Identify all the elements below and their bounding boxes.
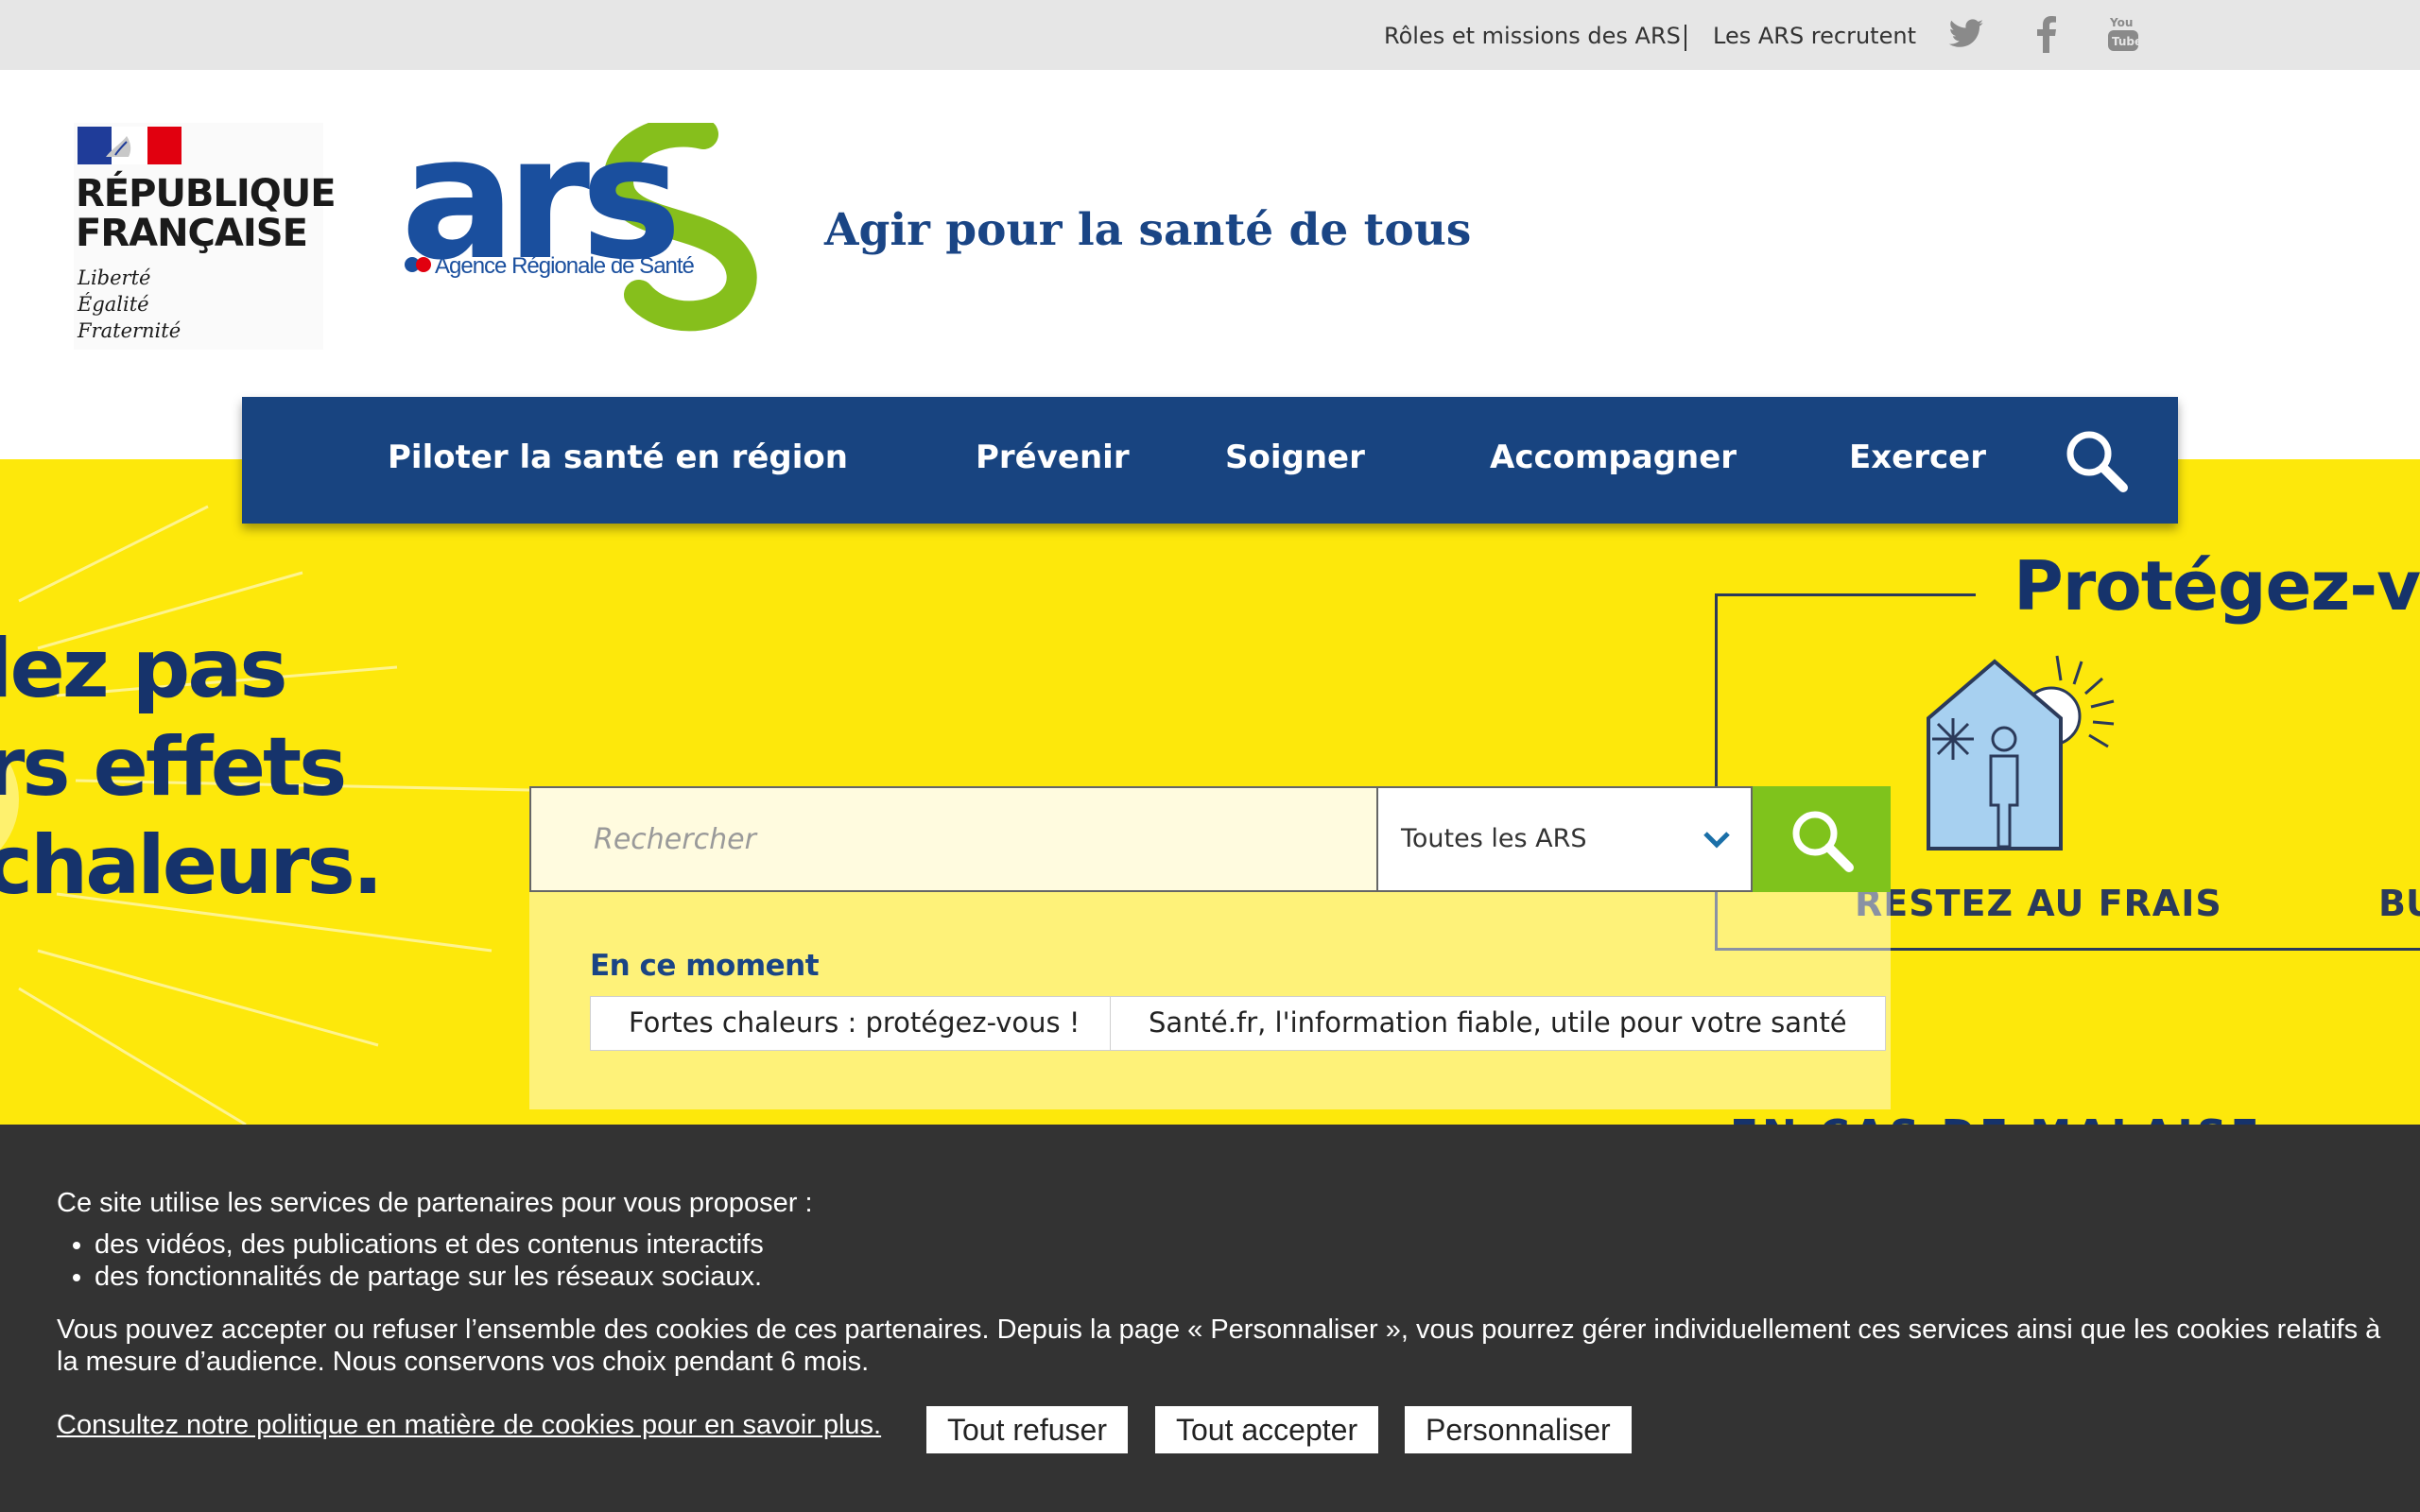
marianne-flag-icon [78,127,182,164]
page: Rôles et missions des ARS Les ARS recrut… [0,0,2420,1512]
search-icon [1792,811,1854,872]
main-navigation: Piloter la santé en région Prévenir Soig… [242,397,2178,524]
nav-item-prevenir[interactable]: Prévenir [976,438,1130,476]
roles-missions-link[interactable]: Rôles et missions des ARS [1384,23,1681,49]
nav-item-piloter[interactable]: Piloter la santé en région [388,438,848,476]
rf-motto-line2: Égalité [78,293,149,316]
rf-motto-line3: Fraternité [78,319,182,342]
hero-cut-label: BU [2378,883,2420,924]
ars-logo-subtitle: Agence Régionale de Santé [435,253,695,279]
nav-item-soigner[interactable]: Soigner [1225,438,1365,476]
chip-fortes-chaleurs[interactable]: Fortes chaleurs : protégez-vous ! [590,996,1119,1051]
en-ce-moment-label: En ce moment [590,949,820,983]
customize-button[interactable]: Personnaliser [1405,1406,1632,1453]
hero-slogan-line2: rs effets [0,720,347,815]
nav-item-exercer[interactable]: Exercer [1849,438,1986,476]
top-utility-bar: Rôles et missions des ARS Les ARS recrut… [0,0,2420,70]
chevron-down-icon [1703,832,1730,849]
search-input[interactable] [529,786,1377,892]
ars-region-select[interactable]: Toutes les ARS [1376,786,1753,892]
cookie-intro: Ce site utilise les services de partenai… [57,1188,813,1218]
hero-slogan: lez pas rs effets chaleurs. [0,620,384,915]
cookie-policy-link[interactable]: Consultez notre politique en matière de … [57,1410,881,1441]
twitter-icon[interactable] [1947,13,1985,55]
house-sun-icon [1927,655,2115,850]
accept-all-button[interactable]: Tout accepter [1155,1406,1379,1453]
site-tagline: Agir pour la santé de tous [824,204,1472,256]
republique-francaise-logo[interactable]: RÉPUBLIQUE FRANÇAISE Liberté Égalité Fra… [74,123,337,350]
chip-sante-fr[interactable]: Santé.fr, l'information fiable, utile po… [1110,996,1886,1051]
ars-logo[interactable]: ars Agence Régionale de Santé [401,123,779,344]
cookie-bullet: des vidéos, des publications et des cont… [95,1228,764,1261]
svg-text:Tube: Tube [2112,35,2142,48]
select-value: Toutes les ARS [1401,824,1587,853]
topbar-divider [1685,25,1686,51]
cookie-bullets: des vidéos, des publications et des cont… [95,1228,764,1293]
svg-text:You: You [2109,16,2133,29]
nav-item-accompagner[interactable]: Accompagner [1490,438,1737,476]
cookie-paragraph: Vous pouvez accepter ou refuser l’ensemb… [57,1314,2381,1377]
rf-motto-line1: Liberté [78,266,151,289]
rf-title-line1: RÉPUBLIQUE [76,172,337,215]
search-icon[interactable] [2063,427,2131,495]
youtube-icon[interactable]: You Tube [2104,13,2142,55]
cookie-bullet: des fonctionnalités de partage sur les r… [95,1261,764,1293]
rf-title: RÉPUBLIQUE FRANÇAISE [76,172,337,255]
ars-recrutent-link[interactable]: Les ARS recrutent [1713,23,1916,49]
hero-bottom-text: EN CAS DE MALAISE [1730,1111,2263,1125]
facebook-icon[interactable] [2029,13,2066,55]
cookie-banner: Ce site utilise les services de partenai… [0,1125,2420,1512]
protect-title: Protégez-vo [2014,546,2420,626]
hero-slogan-line1: lez pas [0,622,288,716]
search-submit-button[interactable] [1753,786,1891,892]
refuse-all-button[interactable]: Tout refuser [926,1406,1128,1453]
rf-motto: Liberté Égalité Fraternité [78,265,181,344]
restez-au-frais-label: RESTEZ AU FRAIS [1855,883,2222,924]
hero-slogan-line3: chaleurs. [0,818,384,913]
rf-title-line2: FRANÇAISE [76,212,308,255]
